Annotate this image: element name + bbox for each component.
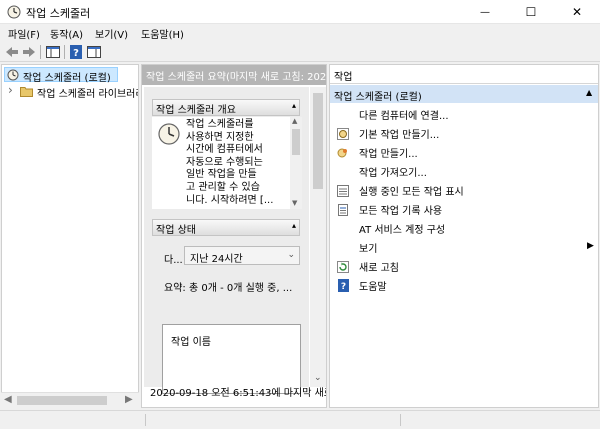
tree-item-library[interactable]: › 작업 스케줄러 라이브러리	[4, 84, 138, 99]
minimize-button[interactable]: —	[462, 0, 508, 24]
submenu-arrow-icon: ▶	[587, 241, 594, 251]
refresh-icon	[336, 260, 350, 274]
create-task-icon	[336, 146, 350, 160]
close-button[interactable]: ✕	[554, 0, 600, 24]
menu-action[interactable]: 동작(A)	[50, 26, 83, 41]
summary-body: 작업 스케줄러 개요 ▴ 작업 스케줄러를 사용하면 지정한 시간에 컴퓨터에서…	[144, 87, 309, 394]
status-divider	[400, 414, 401, 426]
status-summary: 요약: 총 0개 - 0개 실행 중, ...	[164, 283, 293, 294]
clock-icon	[158, 123, 180, 145]
overview-text: 작업 스케줄러를 사용하면 지정한 시간에 컴퓨터에서 자동으로 수행되는 일반…	[186, 119, 274, 206]
overview-section-header[interactable]: 작업 스케줄러 개요 ▴	[152, 99, 300, 116]
period-dropdown-value: 지난 24시간	[190, 254, 243, 265]
maximize-button[interactable]: ☐	[508, 0, 554, 24]
action-create-task[interactable]: 작업 만들기...	[334, 143, 596, 162]
period-dropdown[interactable]: 지난 24시간 ⌄	[184, 246, 300, 265]
size-grip[interactable]	[595, 417, 596, 427]
actions-section-title: 작업 스케줄러 (로컬)	[334, 92, 422, 103]
overview-title: 작업 스케줄러 개요	[156, 105, 236, 116]
summary-vertical-scrollbar[interactable]: ⌄	[310, 87, 326, 387]
toolbar-separator	[40, 45, 41, 59]
actions-section-header[interactable]: 작업 스케줄러 (로컬) ▲	[330, 85, 598, 103]
forward-arrow-icon	[23, 47, 35, 57]
menu-bar: 파일(F) 동작(A) 보기(V) 도움말(H)	[0, 24, 600, 42]
status-section-header[interactable]: 작업 상태 ▴	[152, 219, 300, 236]
help-icon: ?	[336, 279, 350, 293]
action-show-running-tasks[interactable]: 실행 중인 모든 작업 표시	[334, 181, 596, 200]
actions-header: 작업	[330, 65, 598, 84]
last-refresh-text: 2020-09-18 오전 6:51:43에 마지막 새로	[150, 388, 327, 399]
clock-icon	[7, 69, 19, 81]
scroll-left-icon[interactable]: ◀	[4, 394, 12, 405]
show-hide-action-pane-button[interactable]	[86, 44, 102, 60]
action-configure-at-service[interactable]: AT 서비스 계정 구성	[334, 219, 596, 238]
expand-chevron-icon[interactable]: ›	[8, 84, 13, 97]
actions-title: 작업	[334, 72, 353, 83]
status-bar	[0, 410, 600, 429]
filter-label: 다...	[164, 255, 183, 266]
menu-view[interactable]: 보기(V)	[95, 26, 128, 41]
window-title: 작업 스케줄러	[26, 7, 91, 20]
toolbar-separator	[64, 45, 65, 59]
task-name-column-header[interactable]: 작업 이름	[171, 333, 211, 348]
basic-task-icon	[336, 127, 350, 141]
maximize-icon: ☐	[525, 5, 537, 19]
collapse-icon[interactable]: ▴	[292, 221, 296, 230]
help-toolbar-button[interactable]: ?	[68, 44, 84, 60]
back-button[interactable]	[4, 44, 20, 60]
summary-header: 작업 스케줄러 요약(마지막 새로 고침: 2020	[142, 65, 327, 85]
tree-library-label: 작업 스케줄러 라이브러리	[37, 89, 138, 99]
toolbar: ?	[0, 42, 600, 62]
svg-text:?: ?	[340, 282, 345, 292]
running-tasks-icon	[336, 184, 350, 198]
overview-scrollbar[interactable]: ▲ ▼	[290, 117, 302, 209]
console-tree-icon	[46, 46, 60, 58]
scrollbar-thumb[interactable]	[313, 93, 323, 189]
help-icon: ?	[70, 45, 82, 59]
close-icon: ✕	[571, 5, 583, 19]
status-content: 다... 지난 24시간 ⌄ 요약: 총 0개 - 0개 실행 중, ... 작…	[152, 237, 302, 394]
back-arrow-icon	[6, 47, 18, 57]
scrollbar-thumb[interactable]	[17, 396, 107, 405]
collapse-icon[interactable]: ▴	[292, 101, 296, 110]
action-view-submenu[interactable]: 보기 ▶	[334, 238, 596, 257]
console-tree: 작업 스케줄러 (로컬) › 작업 스케줄러 라이브러리	[1, 64, 139, 408]
action-connect-computer[interactable]: 다른 컴퓨터에 연결...	[334, 105, 596, 124]
action-help[interactable]: ? 도움말	[334, 276, 596, 295]
scroll-up-icon[interactable]: ▲	[292, 117, 297, 125]
status-title: 작업 상태	[156, 225, 196, 236]
status-divider	[145, 414, 146, 426]
action-refresh[interactable]: 새로 고침	[334, 257, 596, 276]
overview-content: 작업 스케줄러를 사용하면 지정한 시간에 컴퓨터에서 자동으로 수행되는 일반…	[152, 117, 302, 209]
scroll-down-icon[interactable]: ▼	[292, 199, 297, 207]
menu-file[interactable]: 파일(F)	[8, 26, 40, 41]
summary-header-text: 작업 스케줄러 요약(마지막 새로 고침: 2020	[146, 72, 327, 83]
show-hide-tree-button[interactable]	[45, 44, 61, 60]
chevron-down-icon: ⌄	[287, 250, 295, 260]
tree-horizontal-scrollbar[interactable]: ◀ ▶	[1, 392, 139, 408]
folder-icon	[20, 87, 33, 97]
menu-help[interactable]: 도움말(H)	[141, 26, 184, 41]
minimize-icon: —	[480, 6, 490, 18]
task-history-icon	[336, 203, 350, 217]
actions-pane: 작업 작업 스케줄러 (로컬) ▲ 다른 컴퓨터에 연결... 기본 작업 만들…	[329, 64, 599, 408]
tree-item-root[interactable]: 작업 스케줄러 (로컬)	[4, 67, 118, 84]
summary-pane: 작업 스케줄러 요약(마지막 새로 고침: 2020 작업 스케줄러 개요 ▴ …	[141, 64, 327, 408]
svg-text:?: ?	[73, 48, 79, 59]
tree-root-label: 작업 스케줄러 (로컬)	[23, 73, 111, 84]
clock-app-icon	[7, 5, 21, 19]
title-bar: 작업 스케줄러 — ☐ ✕	[0, 0, 600, 24]
action-import-task[interactable]: 작업 가져오기...	[334, 162, 596, 181]
action-create-basic-task[interactable]: 기본 작업 만들기...	[334, 124, 596, 143]
scroll-right-icon[interactable]: ▶	[125, 394, 133, 405]
scrollbar-thumb[interactable]	[292, 129, 300, 155]
scroll-down-icon[interactable]: ⌄	[314, 373, 322, 383]
action-pane-icon	[87, 46, 101, 58]
collapse-icon[interactable]: ▲	[586, 88, 592, 97]
forward-button[interactable]	[21, 44, 37, 60]
action-enable-task-history[interactable]: 모든 작업 기록 사용	[334, 200, 596, 219]
